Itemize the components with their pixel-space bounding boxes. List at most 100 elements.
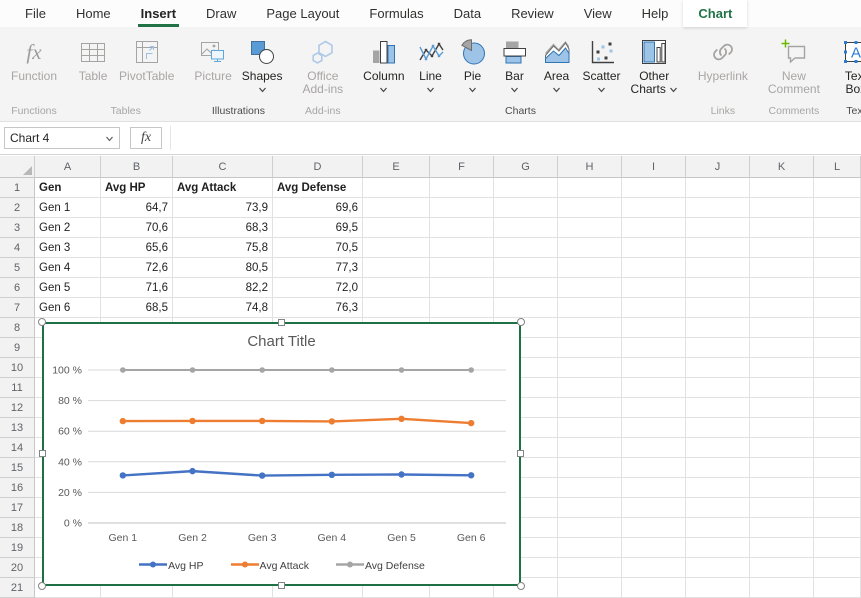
cell-K21[interactable] (750, 578, 814, 598)
cell-C5[interactable]: 80,5 (173, 258, 273, 278)
cell-K15[interactable] (750, 458, 814, 478)
series-avg-hp-marker[interactable] (329, 472, 335, 478)
cell-K7[interactable] (750, 298, 814, 318)
formula-input[interactable] (170, 126, 861, 150)
cell-C3[interactable]: 68,3 (173, 218, 273, 238)
legend-item-avg-defense[interactable]: Avg Defense (335, 560, 425, 572)
cell-H17[interactable] (558, 498, 622, 518)
row-header-13[interactable]: 13 (0, 418, 35, 438)
cell-J1[interactable] (686, 178, 750, 198)
tab-data[interactable]: Data (439, 0, 496, 27)
chart-resize-handle[interactable] (517, 450, 524, 457)
cell-L18[interactable] (814, 518, 861, 538)
cell-L2[interactable] (814, 198, 861, 218)
cell-K5[interactable] (750, 258, 814, 278)
cell-I17[interactable] (622, 498, 686, 518)
cell-B6[interactable]: 71,6 (101, 278, 173, 298)
cell-K17[interactable] (750, 498, 814, 518)
cell-D5[interactable]: 77,3 (273, 258, 363, 278)
column-header-I[interactable]: I (622, 156, 686, 178)
series-avg-attack-marker[interactable] (468, 420, 474, 426)
cell-G6[interactable] (494, 278, 558, 298)
row-header-1[interactable]: 1 (0, 178, 35, 198)
cell-D3[interactable]: 69,5 (273, 218, 363, 238)
cell-H16[interactable] (558, 478, 622, 498)
cell-I7[interactable] (622, 298, 686, 318)
cell-K2[interactable] (750, 198, 814, 218)
series-avg-defense-marker[interactable] (120, 367, 126, 373)
cell-I13[interactable] (622, 418, 686, 438)
cell-B5[interactable]: 72,6 (101, 258, 173, 278)
row-header-3[interactable]: 3 (0, 218, 35, 238)
cell-H3[interactable] (558, 218, 622, 238)
tab-page-layout[interactable]: Page Layout (251, 0, 354, 27)
cell-K14[interactable] (750, 438, 814, 458)
series-avg-defense-marker[interactable] (329, 367, 335, 373)
cell-C4[interactable]: 75,8 (173, 238, 273, 258)
cell-G2[interactable] (494, 198, 558, 218)
cell-H21[interactable] (558, 578, 622, 598)
cell-K20[interactable] (750, 558, 814, 578)
cell-L6[interactable] (814, 278, 861, 298)
row-header-15[interactable]: 15 (0, 458, 35, 478)
cell-H15[interactable] (558, 458, 622, 478)
cell-K13[interactable] (750, 418, 814, 438)
series-avg-hp-marker[interactable] (189, 468, 195, 474)
cell-E2[interactable] (363, 198, 430, 218)
column-header-F[interactable]: F (430, 156, 494, 178)
row-header-14[interactable]: 14 (0, 438, 35, 458)
cell-C2[interactable]: 73,9 (173, 198, 273, 218)
cell-J20[interactable] (686, 558, 750, 578)
chart-object[interactable]: Chart Title 0 %20 %40 %60 %80 %100 %Gen … (42, 322, 521, 586)
chevron-down-icon[interactable] (597, 80, 606, 98)
cell-L19[interactable] (814, 538, 861, 558)
row-header-7[interactable]: 7 (0, 298, 35, 318)
cell-J7[interactable] (686, 298, 750, 318)
cell-H10[interactable] (558, 358, 622, 378)
cell-I20[interactable] (622, 558, 686, 578)
cell-H8[interactable] (558, 318, 622, 338)
cell-F5[interactable] (430, 258, 494, 278)
cell-E3[interactable] (363, 218, 430, 238)
tab-chart[interactable]: Chart (683, 0, 747, 27)
cell-F3[interactable] (430, 218, 494, 238)
cell-J16[interactable] (686, 478, 750, 498)
series-avg-hp-marker[interactable] (120, 472, 126, 478)
series-avg-hp-marker[interactable] (468, 472, 474, 478)
cell-A4[interactable]: Gen 3 (35, 238, 101, 258)
cell-F2[interactable] (430, 198, 494, 218)
cell-F4[interactable] (430, 238, 494, 258)
series-avg-attack-marker[interactable] (189, 418, 195, 424)
cell-L14[interactable] (814, 438, 861, 458)
column-header-L[interactable]: L (814, 156, 861, 178)
column-header-B[interactable]: B (101, 156, 173, 178)
cell-A5[interactable]: Gen 4 (35, 258, 101, 278)
cell-K19[interactable] (750, 538, 814, 558)
cell-L21[interactable] (814, 578, 861, 598)
series-avg-attack-marker[interactable] (259, 418, 265, 424)
cell-H1[interactable] (558, 178, 622, 198)
area-chart-button[interactable]: Area (536, 30, 578, 95)
cell-G3[interactable] (494, 218, 558, 238)
cell-H7[interactable] (558, 298, 622, 318)
series-avg-defense-marker[interactable] (259, 367, 265, 373)
chevron-down-icon[interactable] (105, 131, 114, 145)
cell-I21[interactable] (622, 578, 686, 598)
chart-resize-handle[interactable] (278, 582, 285, 589)
cell-L5[interactable] (814, 258, 861, 278)
cell-I5[interactable] (622, 258, 686, 278)
row-header-18[interactable]: 18 (0, 518, 35, 538)
tab-view[interactable]: View (569, 0, 627, 27)
chevron-down-icon[interactable] (669, 83, 678, 96)
cell-H5[interactable] (558, 258, 622, 278)
cell-K1[interactable] (750, 178, 814, 198)
cell-A6[interactable]: Gen 5 (35, 278, 101, 298)
legend-item-avg-hp[interactable]: Avg HP (138, 560, 203, 572)
cell-J14[interactable] (686, 438, 750, 458)
cell-J4[interactable] (686, 238, 750, 258)
cell-H9[interactable] (558, 338, 622, 358)
chart-resize-handle[interactable] (39, 450, 46, 457)
cell-H11[interactable] (558, 378, 622, 398)
column-header-G[interactable]: G (494, 156, 558, 178)
chart-resize-handle[interactable] (38, 318, 46, 326)
